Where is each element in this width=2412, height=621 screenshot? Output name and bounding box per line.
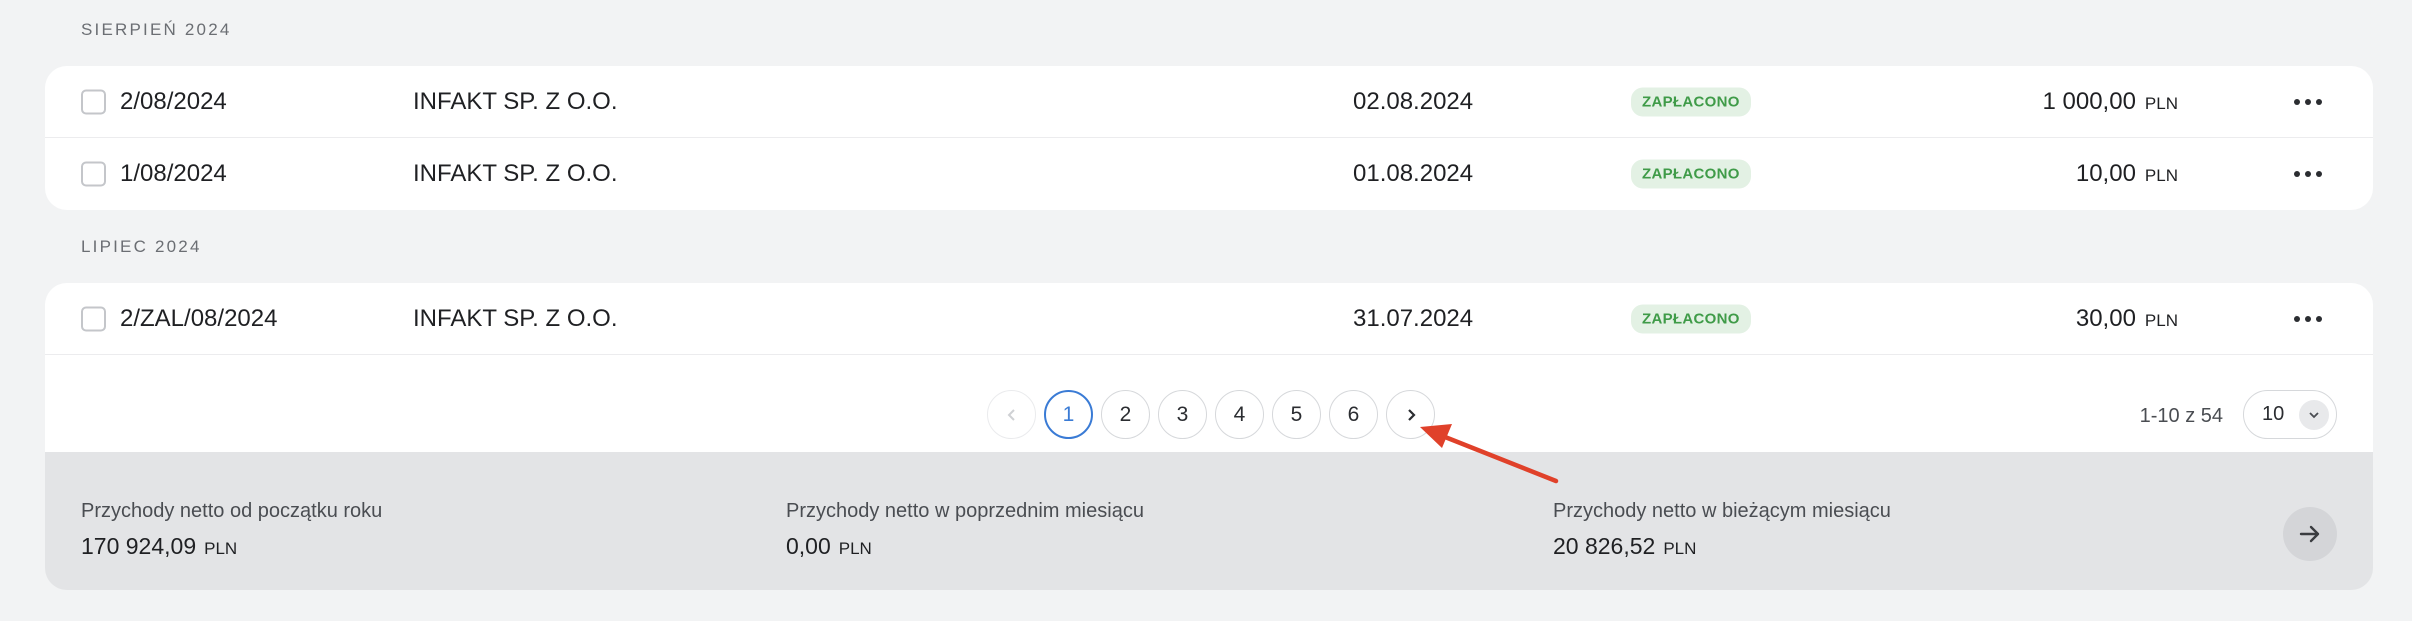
pagination-range: 1-10 z 54: [2139, 405, 2223, 427]
stat-ytd: Przychody netto od początku roku 170 924…: [81, 500, 382, 560]
client-name: INFAKT SP. Z O.O.: [413, 87, 618, 115]
more-horizontal-icon[interactable]: [2288, 159, 2328, 189]
page-1-button[interactable]: 1: [1044, 390, 1093, 439]
row-checkbox[interactable]: [81, 161, 106, 187]
more-horizontal-icon[interactable]: [2288, 304, 2328, 334]
stat-value: 0,00 PLN: [786, 533, 872, 559]
row-checkbox[interactable]: [81, 89, 106, 114]
invoice-date: 02.08.2024: [1353, 87, 1474, 115]
row-checkbox[interactable]: [81, 306, 106, 331]
amount-currency: PLN: [2144, 310, 2178, 330]
amount-currency: PLN: [2144, 166, 2178, 185]
stat-value: 170 924,09 PLN: [81, 533, 238, 559]
invoice-number[interactable]: 1/08/2024: [120, 160, 227, 188]
status-badge: ZAPŁACONO: [1631, 87, 1751, 116]
amount-value: 30,00: [2075, 304, 2136, 332]
revenue-summary: Przychody netto od początku roku 170 924…: [45, 452, 2373, 590]
next-page-button[interactable]: [1386, 390, 1435, 439]
page-2-button[interactable]: 2: [1101, 390, 1150, 439]
prev-page-button[interactable]: [987, 390, 1036, 439]
status-badge: ZAPŁACONO: [1631, 304, 1751, 333]
table-row[interactable]: 2/08/2024 INFAKT SP. Z O.O. 02.08.2024 Z…: [45, 66, 2373, 138]
stat-label: Przychody netto od początku roku: [81, 500, 383, 522]
per-page-value: 10: [2262, 403, 2285, 425]
invoice-amount: 30,00 PLN: [2076, 305, 2178, 333]
invoice-date: 31.07.2024: [1353, 304, 1474, 332]
invoice-list-august: 2/08/2024 INFAKT SP. Z O.O. 02.08.2024 Z…: [45, 66, 2373, 210]
stat-label: Przychody netto w poprzednim miesiącu: [786, 500, 1144, 522]
page-3-button[interactable]: 3: [1158, 390, 1207, 439]
invoice-date: 01.08.2024: [1353, 160, 1474, 187]
client-name: INFAKT SP. Z O.O.: [413, 304, 618, 332]
status-badge: ZAPŁACONO: [1631, 159, 1751, 189]
group-label-july: LIPIEC 2024: [81, 237, 202, 256]
page-4-button[interactable]: 4: [1215, 390, 1264, 439]
amount-currency: PLN: [2144, 93, 2178, 113]
invoice-amount: 10,00 PLN: [2076, 160, 2178, 188]
amount-value: 1 000,00: [2042, 87, 2136, 115]
invoice-number[interactable]: 2/08/2024: [120, 88, 227, 116]
more-horizontal-icon[interactable]: [2288, 87, 2328, 117]
stat-label: Przychody netto w bieżącym miesiącu: [1553, 500, 1891, 522]
invoice-list-july: 2/ZAL/08/2024 INFAKT SP. Z O.O. 31.07.20…: [45, 283, 2373, 476]
table-row[interactable]: 1/08/2024 INFAKT SP. Z O.O. 01.08.2024 Z…: [45, 138, 2373, 210]
page-6-button[interactable]: 6: [1329, 390, 1378, 439]
invoice-amount: 1 000,00 PLN: [2043, 88, 2179, 116]
arrow-right-icon: [2299, 525, 2320, 543]
client-name: INFAKT SP. Z O.O.: [413, 160, 618, 187]
table-row[interactable]: 2/ZAL/08/2024 INFAKT SP. Z O.O. 31.07.20…: [45, 283, 2373, 355]
page-5-button[interactable]: 5: [1272, 390, 1321, 439]
stat-current-month: Przychody netto w bieżącym miesiącu 20 8…: [1553, 500, 1891, 560]
chevron-down-icon[interactable]: [2299, 400, 2329, 430]
group-label-august: SIERPIEŃ 2024: [81, 20, 232, 39]
chevron-left-icon: [1007, 408, 1015, 421]
stat-value: 20 826,52 PLN: [1553, 533, 1697, 559]
invoice-number[interactable]: 2/ZAL/08/2024: [120, 305, 277, 333]
summary-details-button[interactable]: [2283, 507, 2337, 561]
stat-previous-month: Przychody netto w poprzednim miesiącu 0,…: [786, 500, 1144, 560]
per-page-select[interactable]: 10: [2243, 390, 2337, 439]
chevron-right-icon: [1407, 408, 1416, 421]
amount-value: 10,00: [2075, 160, 2136, 187]
